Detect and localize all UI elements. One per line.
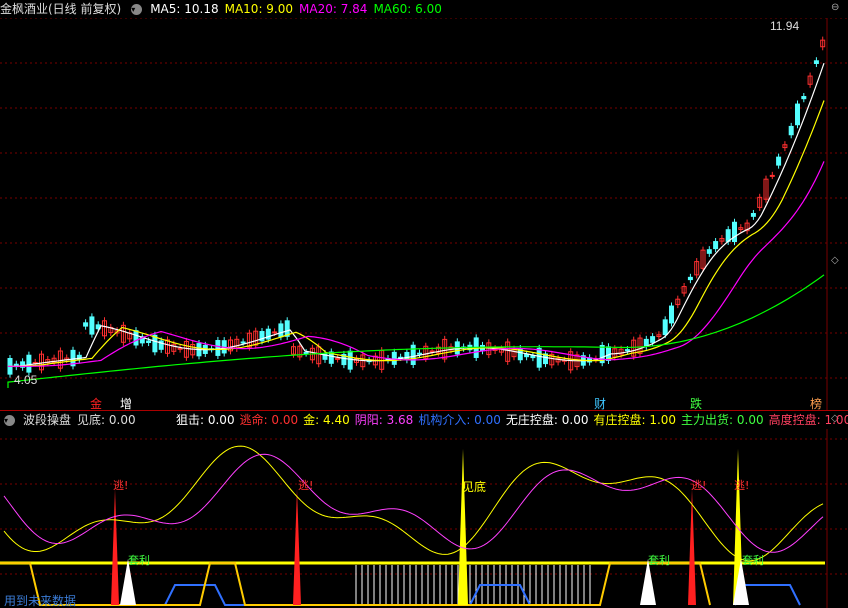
low-price-label: 4.05 xyxy=(14,373,38,387)
signal-bang: 榜 xyxy=(810,396,822,410)
indicator-chart[interactable]: 逃! 逃! 见底 逃! 逃! 套利 套利 套利 用到未来数据 xyxy=(0,429,848,608)
ma5-value: MA5: 10.18 xyxy=(150,2,219,16)
candles xyxy=(7,36,826,378)
high-price-label: 11.94 xyxy=(770,19,799,33)
indicator-header: ▾ 波段操盘 见底: 0.00 xyxy=(0,411,136,429)
ma60-value: MA60: 6.00 xyxy=(373,2,442,16)
indicator-value: 高度控盘: 1.00 xyxy=(768,413,848,427)
stock-title[interactable]: 金枫酒业(日线 前复权) xyxy=(0,0,121,18)
signal-zeng: 增 xyxy=(120,397,132,410)
escape-label: 逃! xyxy=(113,479,128,492)
zoom-out-icon[interactable]: ⊖ xyxy=(831,2,839,13)
indicator-value: 金: 4.40 xyxy=(303,413,350,427)
chevron-down-icon[interactable]: ▾ xyxy=(131,3,143,15)
signal-die: 跌 xyxy=(690,396,702,410)
ma20-value: MA20: 7.84 xyxy=(299,2,368,16)
chevron-down-icon[interactable]: ▾ xyxy=(4,414,15,426)
indicator-values: 狙击: 0.00 逃命: 0.00 金: 4.40 阴阳: 3.68 机构介入:… xyxy=(176,411,848,429)
signal-spikes xyxy=(111,449,749,605)
ma10-value: MA10: 9.00 xyxy=(224,2,294,16)
signal-cai: 财 xyxy=(594,397,606,410)
indicator-value: 有庄控盘: 1.00 xyxy=(593,413,677,427)
indicator-value: 狙击: 0.00 xyxy=(176,413,235,427)
jiandi-value: 见底: 0.00 xyxy=(77,413,136,427)
bottom-label: 见底 xyxy=(462,479,486,494)
arbitrage-label: 套利 xyxy=(742,554,764,567)
signal-jin: 金 xyxy=(90,396,102,410)
indicator-value: 阴阳: 3.68 xyxy=(354,413,414,427)
future-data-note: 用到未来数据 xyxy=(4,593,76,608)
arbitrage-label: 套利 xyxy=(128,554,150,567)
indicator-title[interactable]: 波段操盘 xyxy=(23,411,71,429)
escape-label: 逃! xyxy=(734,479,749,492)
arbitrage-label: 套利 xyxy=(648,554,670,567)
escape-label: 逃! xyxy=(298,479,313,492)
indicator-value: 逃命: 0.00 xyxy=(239,413,299,427)
indicator-value: 无庄控盘: 0.00 xyxy=(505,413,589,427)
main-chart-header: 金枫酒业(日线 前复权) ▾ MA5: 10.18 MA10: 9.00 MA2… xyxy=(0,0,442,18)
oscillator-lines xyxy=(3,445,824,562)
escape-label: 逃! xyxy=(691,479,706,492)
indicator-value: 主力出货: 0.00 xyxy=(681,413,764,427)
indicator-value: 机构介入: 0.00 xyxy=(418,413,501,427)
price-chart[interactable]: 11.94 4.05 金 增 财 跌 榜 xyxy=(0,18,848,410)
